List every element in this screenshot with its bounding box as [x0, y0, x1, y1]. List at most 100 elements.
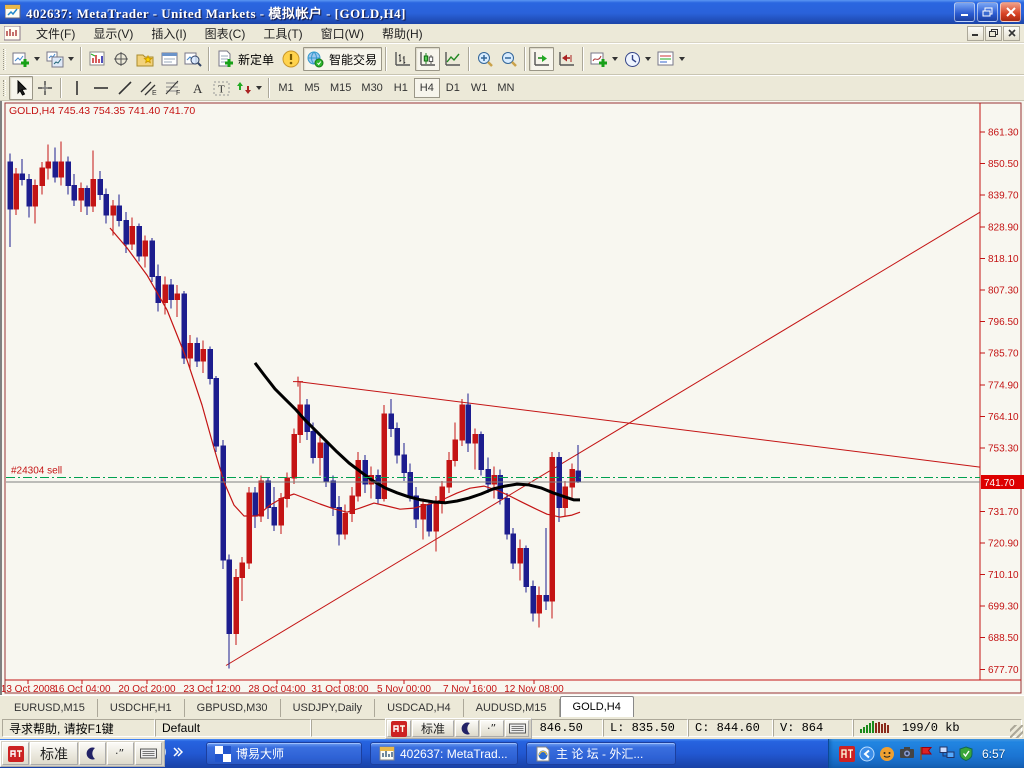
flag-icon[interactable] [919, 746, 935, 762]
vertical-line-icon [70, 80, 84, 96]
timeframe-w1-button[interactable]: W1 [466, 78, 493, 98]
chevron-down-icon[interactable] [256, 86, 262, 90]
market-watch-button[interactable] [85, 47, 109, 71]
mdi-restore-button[interactable] [985, 26, 1002, 41]
alert-button[interactable] [279, 47, 303, 71]
timeframe-m5-button[interactable]: M5 [299, 78, 325, 98]
fibonacci-button[interactable]: F [161, 76, 185, 100]
chevron-down-icon[interactable] [34, 57, 40, 61]
timeframe-d1-button[interactable]: D1 [440, 78, 466, 98]
arrows-button[interactable] [233, 76, 265, 100]
chart-tab-usdjpy[interactable]: USDJPY,Daily [281, 699, 376, 717]
chart-tab-gbpusd[interactable]: GBPUSD,M30 [185, 699, 281, 717]
camera-icon[interactable] [899, 746, 915, 762]
horizontal-line-button[interactable] [89, 76, 113, 100]
candlestick-chart-button[interactable] [415, 47, 440, 71]
ime-mode-button[interactable]: 标准 [412, 720, 454, 737]
indicators-button[interactable] [587, 47, 621, 71]
ime-indicator-icon[interactable] [2, 742, 29, 765]
new-chart-button[interactable] [9, 47, 43, 71]
chart-tab-usdchf[interactable]: USDCHF,H1 [98, 699, 185, 717]
navigator-button[interactable] [133, 47, 157, 71]
periods-button[interactable] [621, 47, 654, 71]
chart-shift-button[interactable] [554, 47, 579, 71]
toolbar-grip[interactable] [3, 49, 6, 70]
zoom-out-button[interactable] [497, 47, 521, 71]
keyboard-icon[interactable] [505, 720, 529, 737]
chart-tab-audusd[interactable]: AUDUSD,M15 [464, 699, 560, 717]
network-icon[interactable] [939, 746, 955, 762]
templates-button[interactable] [654, 47, 688, 71]
toolbar-separator [385, 47, 387, 71]
menu-item-2[interactable]: 插入(I) [142, 25, 195, 43]
resize-grip[interactable] [1010, 725, 1023, 738]
strategy-tester-button[interactable] [181, 47, 205, 71]
trendline-button[interactable] [113, 76, 137, 100]
restore-button[interactable] [977, 2, 998, 22]
task-button-2[interactable]: 主 论 坛 - 外汇... [526, 742, 676, 765]
close-button[interactable] [1000, 2, 1021, 22]
task-button-0[interactable]: 博易大师 [206, 742, 362, 765]
svg-text:731.70: 731.70 [988, 507, 1019, 518]
data-window-button[interactable] [109, 47, 133, 71]
crosshair-button[interactable] [33, 76, 57, 100]
menu-item-3[interactable]: 图表(C) [196, 25, 255, 43]
templates-icon [657, 51, 675, 67]
toolbar-standard: 新定单智能交易 [0, 43, 1024, 75]
new-order-button[interactable]: 新定单 [213, 47, 279, 71]
svg-text:31 Oct 08:00: 31 Oct 08:00 [311, 684, 369, 695]
timeframe-m1-button[interactable]: M1 [273, 78, 299, 98]
shield-icon[interactable] [959, 746, 975, 762]
cursor-button[interactable] [9, 76, 33, 100]
mdi-minimize-button[interactable] [967, 26, 984, 41]
text-button[interactable]: A [185, 76, 209, 100]
messenger-icon[interactable] [879, 746, 895, 762]
auto-scroll-button[interactable] [529, 47, 554, 71]
task-button-1[interactable]: 402637: MetaTrad... [370, 742, 518, 765]
chart-tab-gold[interactable]: GOLD,H4 [560, 696, 634, 717]
timeframe-h4-button[interactable]: H4 [414, 78, 440, 98]
chevron-down-icon[interactable] [679, 57, 685, 61]
price-chart[interactable]: #24304 sell861.30850.50839.70828.90818.1… [0, 101, 1024, 695]
terminal-button[interactable] [157, 47, 181, 71]
hide-icons-chevron-icon[interactable] [859, 746, 875, 762]
label-button[interactable]: T [209, 76, 233, 100]
ime-mode-button[interactable]: 标准 [30, 742, 78, 765]
menu-item-6[interactable]: 帮助(H) [373, 25, 432, 43]
data-window-icon [113, 51, 130, 67]
zoom-in-button[interactable] [473, 47, 497, 71]
chevron-down-icon[interactable] [612, 57, 618, 61]
expert-advisors-button[interactable]: 智能交易 [303, 47, 382, 71]
punctuation-icon[interactable]: ·” [480, 720, 504, 737]
chevron-down-icon[interactable] [645, 57, 651, 61]
channel-button[interactable]: E [137, 76, 161, 100]
mdi-close-button[interactable] [1003, 26, 1020, 41]
toolbar-grip[interactable] [3, 80, 6, 97]
app-icon [5, 4, 22, 20]
vertical-line-button[interactable] [65, 76, 89, 100]
timeframe-m15-button[interactable]: M15 [325, 78, 356, 98]
chart-tab-usdcad[interactable]: USDCAD,H4 [375, 699, 464, 717]
moon-icon[interactable] [79, 742, 106, 765]
line-chart-button[interactable] [440, 47, 465, 71]
keyboard-icon[interactable] [135, 742, 162, 765]
toolbar-separator [60, 78, 62, 97]
ime-tray-icon[interactable] [839, 746, 855, 762]
menu-item-0[interactable]: 文件(F) [27, 25, 84, 43]
menu-item-1[interactable]: 显示(V) [84, 25, 142, 43]
minimize-button[interactable] [954, 2, 975, 22]
timeframe-h1-button[interactable]: H1 [388, 78, 414, 98]
status-profile[interactable]: Default [155, 719, 311, 737]
moon-icon[interactable] [455, 720, 479, 737]
chart-tab-eurusd[interactable]: EURUSD,M15 [2, 699, 98, 717]
ime-indicator-icon[interactable] [387, 720, 411, 737]
timeframe-mn-button[interactable]: MN [492, 78, 519, 98]
profiles-button[interactable] [43, 47, 77, 71]
chevron-right-icon[interactable] [173, 746, 183, 761]
bar-chart-button[interactable] [390, 47, 415, 71]
timeframe-m30-button[interactable]: M30 [356, 78, 387, 98]
punctuation-icon[interactable]: ·” [107, 742, 134, 765]
menu-item-4[interactable]: 工具(T) [254, 25, 311, 43]
menu-item-5[interactable]: 窗口(W) [312, 25, 373, 43]
chevron-down-icon[interactable] [68, 57, 74, 61]
